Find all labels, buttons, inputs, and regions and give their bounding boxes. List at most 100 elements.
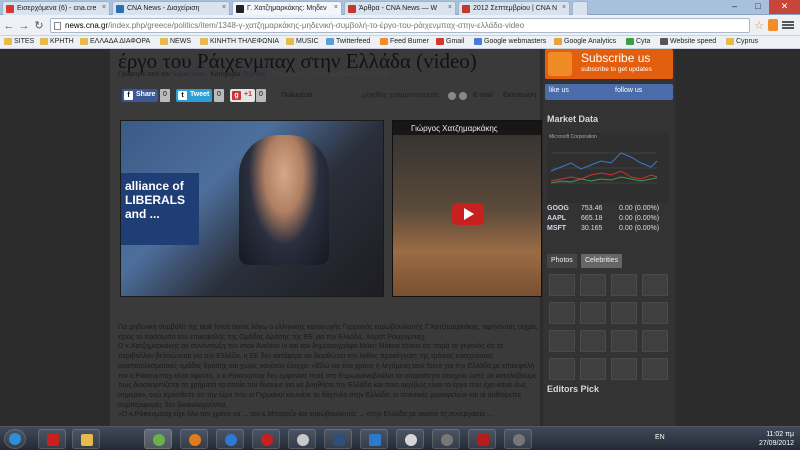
back-button[interactable]: ← [2,19,16,33]
taskbar-app[interactable] [504,429,532,449]
article-body: Για μηδενική συμβολή της task force έκαν… [118,323,538,420]
taskbar-app-firefox[interactable] [180,429,208,449]
wrench-icon[interactable] [782,20,794,30]
google-plus-button[interactable]: g +1 [230,89,255,102]
photo-thumbnail[interactable] [642,330,668,352]
maximize-button[interactable]: □ [747,0,769,14]
print-link[interactable]: Εκτύπωση [503,92,536,99]
photo-thumbnail[interactable] [611,274,637,296]
font-increase-icon[interactable] [459,92,467,100]
minimize-button[interactable]: – [722,0,747,14]
photo-thumbnail[interactable] [549,302,575,324]
tab-celebrities[interactable]: Celebrities [581,254,623,268]
app-icon [297,434,309,446]
taskbar-app-explorer[interactable] [72,429,100,449]
taskbar-app[interactable] [396,429,424,449]
facebook-share-button[interactable]: f Share [122,89,159,102]
photo-thumbnail[interactable] [642,274,668,296]
rss-extension-icon[interactable] [768,19,778,31]
article-photo[interactable]: alliance of LIBERALS and ... [120,120,384,297]
photo-thumbnail[interactable] [549,358,575,380]
close-tab-icon[interactable]: × [334,4,338,11]
tweet-button[interactable]: t Tweet [176,89,213,102]
photo-thumbnail[interactable] [580,302,606,324]
photo-thumbnail[interactable] [611,330,637,352]
bookmark-cyta[interactable]: Cyta [626,38,650,45]
taskbar-app-pdf[interactable] [38,429,66,449]
taskbar-app-filezilla[interactable] [468,429,496,449]
font-decrease-icon[interactable] [448,92,456,100]
bookmark-feedburner[interactable]: Feed Burner [380,38,429,45]
close-tab-icon[interactable]: × [222,4,226,11]
bookmark-folder[interactable]: ΕΛΛΑΔΑ ΔΙΑΦΟΡΑ [80,38,150,45]
email-link[interactable]: E-mail [473,92,493,99]
bookmark-webmasters[interactable]: Google webmasters [474,38,546,45]
video-embed[interactable]: Γιώργος Χατζημαρκάκης [392,120,542,297]
tab-articles-wp[interactable]: Άρθρα - CNA News — W × [344,1,456,15]
taskbar-app-opera[interactable] [252,429,280,449]
bookmark-folder[interactable]: SITES [4,38,34,45]
play-icon[interactable] [452,203,484,225]
photo-thumbnail[interactable] [611,302,637,324]
page-viewport: έργο του Ράιχενμπαχ στην Ελλάδα (video) … [0,49,800,426]
close-tab-icon[interactable]: × [102,4,106,11]
author-link[interactable]: Super User [172,71,205,78]
bookmark-folder[interactable]: MUSIC [286,38,319,45]
stock-row[interactable]: MSFT 30.165 0.00 (0.00%) [547,225,671,235]
new-tab-button[interactable] [572,1,588,15]
tab-photos[interactable]: Photos [547,254,577,268]
bookmark-folder[interactable]: ΚΡΗΤΗ [40,38,74,45]
bookmark-label: Google webmasters [484,38,547,45]
taskbar-app-media[interactable] [216,429,244,449]
taskbar-app[interactable] [432,429,460,449]
tab-archive[interactable]: 2012 Σεπτεμβρίου | CNA N × [458,1,570,15]
tab-cna-admin[interactable]: CNA News - Διαχείριση × [112,1,230,15]
rss-subscribe-box[interactable]: Subscribe us subscribe to get updates [545,49,673,79]
photo-thumbnail[interactable] [549,330,575,352]
category-link[interactable]: Πολιτική [242,71,266,78]
photo-thumbnail[interactable] [580,358,606,380]
photo-thumbnail[interactable] [611,358,637,380]
taskbar-app[interactable] [288,429,316,449]
language-indicator[interactable]: EN [655,434,665,441]
address-bar[interactable]: news.cna.gr/index.php/greece/politics/it… [50,18,750,33]
photo-thumbnail[interactable] [642,302,668,324]
reload-button[interactable]: ↻ [32,19,46,33]
bookmark-twitterfeed[interactable]: Twitterfeed [326,38,370,45]
bookmark-gmail[interactable]: Gmail [436,38,464,45]
tab-article[interactable]: Γ. Χατζημαρκάκης: Μηδεν × [232,1,342,15]
close-window-button[interactable]: ✕ [769,0,800,14]
gmail-icon [6,5,14,13]
stock-row[interactable]: AAPL 665.18 0.00 (0.00%) [547,215,671,225]
bookmark-analytics[interactable]: Google Analytics [554,38,616,45]
facebook-follow-bar[interactable]: like us follow us [545,84,673,100]
bookmark-label: ΕΛΛΑΔΑ ΔΙΑΦΟΡΑ [90,38,151,45]
multimedia-link[interactable]: Πολυμέσα [281,92,313,99]
bookmark-folder[interactable]: NEWS [160,38,191,45]
stock-row[interactable]: GOOG 753.46 0.00 (0.00%) [547,205,671,215]
taskbar-app-photoshop[interactable] [360,429,388,449]
speaker-figure [239,135,329,265]
taskbar-app[interactable] [324,429,352,449]
star-icon[interactable]: ☆ [752,19,766,33]
bookmarks-bar: SITES ΚΡΗΤΗ ΕΛΛΑΔΑ ΔΙΑΦΟΡΑ NEWS ΚΙΝΗΤΗ Τ… [0,36,800,49]
bookmark-cyprus[interactable]: Cyprus [726,38,758,45]
tab-gmail[interactable]: Εισερχόμενα (6) - cna.cre × [2,1,110,15]
photo-thumbnail[interactable] [549,274,575,296]
sidebar: Subscribe us subscribe to get updates li… [543,49,675,426]
photo-thumbnail[interactable] [580,330,606,352]
start-button[interactable] [4,429,26,449]
system-clock[interactable]: 11:02 πμ 27/09/2012 [759,430,794,448]
bookmark-speed[interactable]: Website speed [660,38,716,45]
share-bar: f Share 0 t Tweet 0 g +1 0 Πολυμέσα μέγεθος… [118,89,540,105]
close-tab-icon[interactable]: × [448,4,452,11]
like-us-label[interactable]: like us [549,87,569,94]
taskbar-app-chrome[interactable] [144,429,172,449]
filezilla-icon [477,434,489,446]
photo-thumbnail[interactable] [642,358,668,380]
photo-thumbnail[interactable] [580,274,606,296]
bookmark-folder[interactable]: ΚΙΝΗΤΗ ΤΗΛΕΦΩΝΙΑ [200,38,279,45]
forward-button[interactable]: → [17,19,31,33]
close-tab-icon[interactable]: × [562,4,566,11]
follow-us-label[interactable]: follow us [615,87,642,94]
